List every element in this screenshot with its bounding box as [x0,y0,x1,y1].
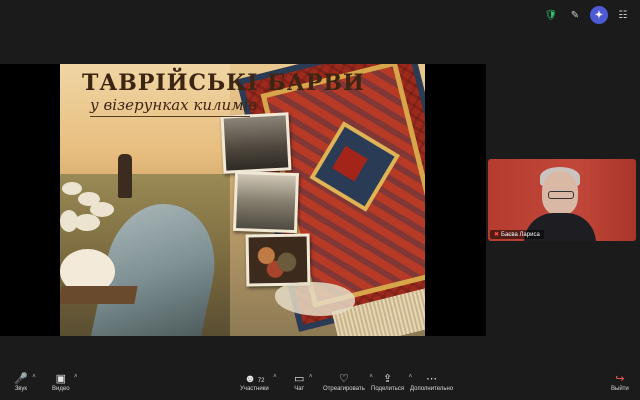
title-underline [90,116,250,117]
meeting-toolbar: 🎤 Звук ˄ ▣ Видео ˄ ☻ 72 Участники ˄ ▭ Чат… [0,368,640,400]
wooden-boat [60,286,138,304]
participants-count: 72 [257,378,265,384]
chat-icon: ▭ [294,373,305,385]
share-label: Поделиться [371,386,405,392]
shepherd-figure [118,154,132,198]
chat-button[interactable]: ▭ Чат ˄ [294,372,312,392]
chat-options-chevron-icon[interactable]: ˄ [309,374,313,380]
pen-icon[interactable]: ✎ [566,6,584,24]
camera-icon: ▣ [55,373,66,385]
sheep [62,182,82,195]
shield-icon[interactable]: 🛡 [542,6,560,24]
participants-options-chevron-icon[interactable]: ˄ [273,374,277,380]
leave-label: Выйти [611,386,629,392]
leave-icon: ↪ [615,373,625,385]
grid-icon[interactable]: ☷ [614,6,632,24]
audio-label: Звук [14,386,27,392]
sparkle-icon[interactable]: ✦ [590,6,608,24]
participant-name: Баєва Лариса [501,231,540,238]
share-screen-icon: ⇪ [382,373,393,385]
participant-video-tile[interactable]: ✖ Баєва Лариса [488,159,636,241]
video-button[interactable]: ▣ Видео ˄ [52,372,78,392]
chat-label: Чат [294,386,305,392]
mic-muted-icon: ✖ [494,232,500,238]
leave-button[interactable]: ↪ Выйти [611,372,629,392]
participants-label: Участники [240,386,269,392]
video-options-chevron-icon[interactable]: ˄ [74,374,78,380]
react-label: Отреагировать [323,386,365,392]
shared-screen: ТАВРІЙСЬКІ БАРВИ у візерунках килимів [0,64,486,336]
photo-weavers [220,112,292,174]
audio-button[interactable]: 🎤 Звук ˄ [14,372,36,392]
slide-title: ТАВРІЙСЬКІ БАРВИ [82,70,365,96]
slide-subtitle: у візерунках килимів [90,96,258,114]
participants-button[interactable]: ☻ 72 Участники ˄ [240,372,277,392]
share-button[interactable]: ⇪ Поделиться ˄ [371,372,412,392]
audio-options-chevron-icon[interactable]: ˄ [32,374,36,380]
top-right-controls: 🛡 ✎ ✦ ☷ [542,6,632,24]
sheep [60,210,78,232]
photo-village [232,170,300,234]
avatar-glasses [548,191,574,199]
more-dots-icon: ⋯ [426,373,438,385]
heart-icon: ♡ [338,373,349,385]
presentation-slide: ТАВРІЙСЬКІ БАРВИ у візерунках килимів [60,64,425,336]
video-label: Видео [52,386,70,392]
more-label: Дополнительно [410,386,454,392]
participant-name-label: ✖ Баєва Лариса [490,230,544,239]
microphone-icon: 🎤 [14,373,28,385]
region-map [275,282,355,316]
react-button[interactable]: ♡ Отреагировать ˄ [323,372,373,392]
more-button[interactable]: ⋯ Дополнительно [410,372,453,392]
participants-icon: ☻ 72 [244,373,265,385]
photo-yarn [245,233,311,287]
